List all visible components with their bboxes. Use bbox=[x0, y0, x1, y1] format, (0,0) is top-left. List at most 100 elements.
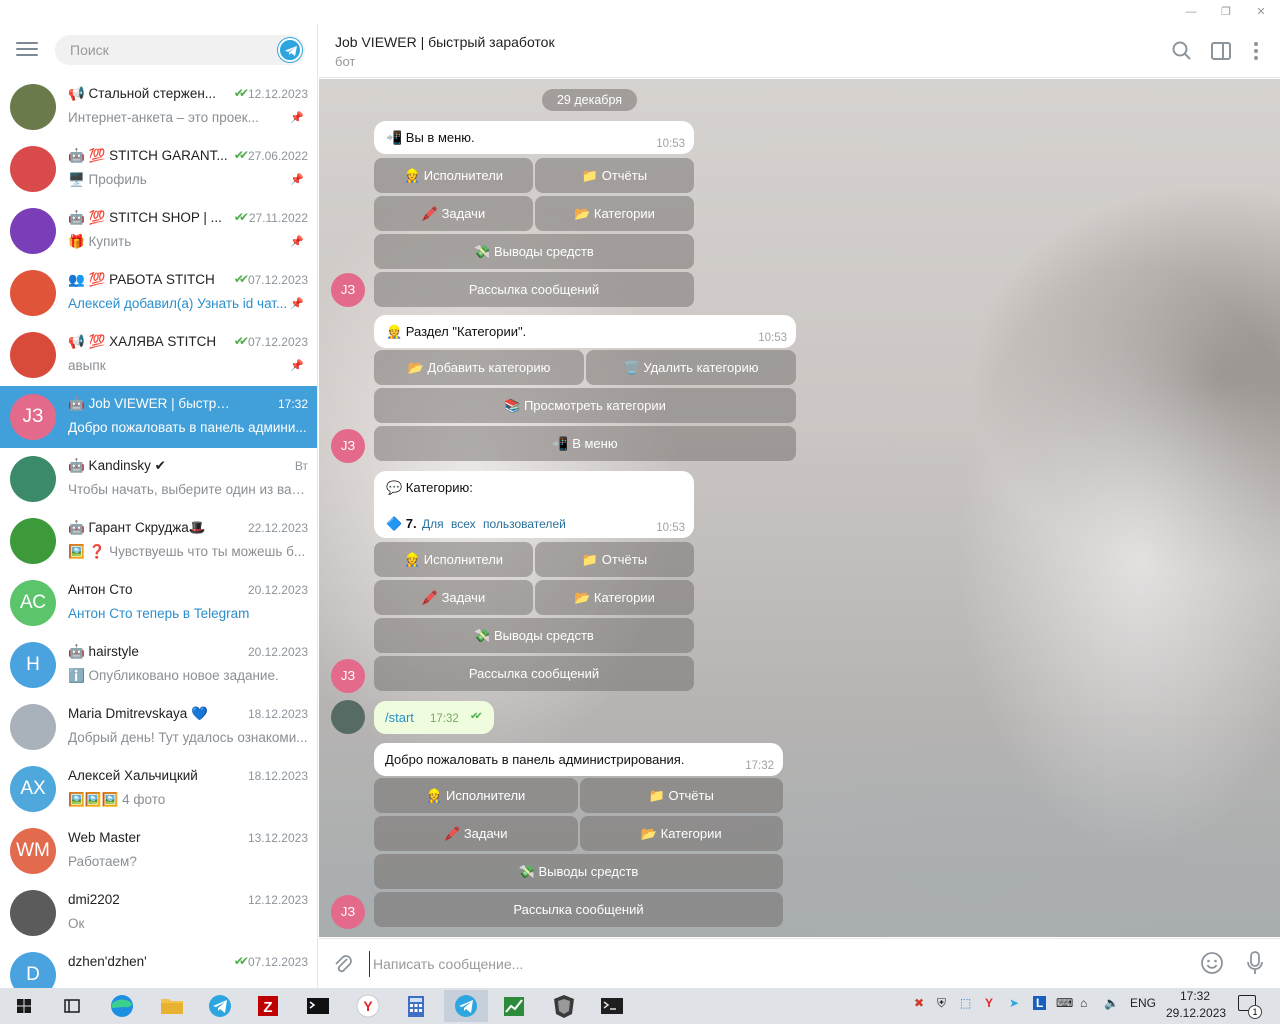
attach-icon[interactable] bbox=[332, 952, 354, 976]
chat-avatar[interactable] bbox=[10, 456, 56, 502]
chat-avatar[interactable] bbox=[10, 518, 56, 564]
sidebar-toggle-icon[interactable] bbox=[1210, 40, 1232, 62]
game-launcher-icon[interactable] bbox=[542, 990, 586, 1022]
chat-avatar[interactable]: АХ bbox=[10, 766, 56, 812]
chat-item[interactable]: 📢 💯 ХАЛЯВА STITCH ✔✔ 07.12.2023 авыпк 📌 bbox=[0, 324, 317, 386]
chat-item[interactable]: 🤖 Гарант Скруджа🎩 22.12.2023 🖼️ ❓ Чувствуе… bbox=[0, 510, 317, 572]
chat-avatar[interactable]: D bbox=[10, 952, 56, 988]
chat-avatar[interactable]: WM bbox=[10, 828, 56, 874]
chat-item[interactable]: WM Web Master 13.12.2023 Работаем? bbox=[0, 820, 317, 882]
chat-avatar[interactable] bbox=[10, 208, 56, 254]
chat-avatar[interactable] bbox=[10, 704, 56, 750]
inline-keyboard-button[interactable]: 👷 Исполнители bbox=[374, 542, 533, 577]
powershell-icon[interactable] bbox=[590, 990, 634, 1022]
inline-keyboard-button[interactable]: 📁 Отчёты bbox=[579, 778, 783, 813]
tray-yandex-icon[interactable]: Y bbox=[985, 996, 993, 1010]
telegram-active-icon[interactable] bbox=[444, 990, 488, 1022]
tray-volume-icon[interactable]: 🔈 bbox=[1104, 996, 1119, 1010]
inline-keyboard-button[interactable]: 💸 Выводы средств bbox=[374, 854, 783, 889]
edge-browser-icon[interactable] bbox=[100, 990, 144, 1022]
tray-l-icon[interactable]: L bbox=[1033, 996, 1047, 1010]
close-button[interactable]: ✕ bbox=[1244, 0, 1278, 24]
chat-item[interactable]: 📢 Стальной стержен... ✔✔ 12.12.2023 Интерне… bbox=[0, 76, 317, 138]
command-link[interactable]: /start bbox=[385, 710, 414, 725]
inline-keyboard-button[interactable]: 📂 Категории bbox=[535, 196, 694, 231]
tray-network-icon[interactable]: ⌂ bbox=[1080, 996, 1087, 1010]
inline-keyboard-button[interactable]: 🖍️ Задачи bbox=[374, 196, 533, 231]
inline-keyboard-button[interactable]: 📂 Добавить категорию bbox=[374, 350, 584, 385]
user-avatar[interactable] bbox=[331, 700, 365, 734]
inline-keyboard-button[interactable]: 👷 Исполнители bbox=[374, 778, 578, 813]
bot-avatar[interactable]: JЗ bbox=[331, 895, 365, 929]
clock-date[interactable]: 29.12.2023 bbox=[1166, 1006, 1226, 1020]
tray-screenshot-icon[interactable]: ⬚ bbox=[960, 996, 971, 1010]
search-input[interactable] bbox=[55, 35, 255, 65]
chat-item[interactable]: Ddzhen'dzhen' ✔✔ 07.12.2023 bbox=[0, 944, 317, 988]
hamburger-menu-icon[interactable] bbox=[16, 42, 38, 58]
calculator-icon[interactable] bbox=[394, 990, 438, 1022]
clock-time[interactable]: 17:32 bbox=[1180, 989, 1210, 1003]
chat-avatar[interactable] bbox=[10, 332, 56, 378]
inline-keyboard-button[interactable]: 💸 Выводы средств bbox=[374, 618, 694, 653]
inline-keyboard-button[interactable]: 📲 В меню bbox=[374, 426, 796, 461]
chat-avatar[interactable]: H bbox=[10, 642, 56, 688]
yandex-browser-icon[interactable]: Y bbox=[346, 990, 390, 1022]
search-icon[interactable] bbox=[1171, 40, 1193, 62]
telegram-taskbar-icon[interactable] bbox=[198, 990, 242, 1022]
chat-item[interactable]: АС Антон Сто 20.12.2023 Антон Сто теперь в … bbox=[0, 572, 317, 634]
chat-item[interactable]: 🤖 Kandinsky ✔ Вт Чтобы начать, выберите од… bbox=[0, 448, 317, 510]
file-explorer-icon[interactable] bbox=[150, 990, 194, 1022]
more-options-icon[interactable] bbox=[1245, 40, 1267, 62]
chat-title[interactable]: Job VIEWER | быстрый заработок bbox=[335, 34, 555, 50]
chat-item[interactable]: H 🤖 hairstyle 20.12.2023 ℹ️ Опубликовано но… bbox=[0, 634, 317, 696]
chat-item[interactable]: Maria Dmitrevskaya 💙 18.12.2023 Добрый ден… bbox=[0, 696, 317, 758]
message-link[interactable]: Для всех пользователей bbox=[422, 517, 566, 531]
chat-item[interactable]: JЗ 🤖 Job VIEWER | быстрый зар... 17:32 Добр… bbox=[0, 386, 317, 448]
inline-keyboard-button[interactable]: 📁 Отчёты bbox=[535, 542, 694, 577]
language-indicator[interactable]: ENG bbox=[1130, 996, 1156, 1010]
tray-shield-icon[interactable]: ⛨ bbox=[937, 996, 946, 1011]
search-box[interactable] bbox=[55, 35, 305, 65]
microphone-icon[interactable] bbox=[1245, 950, 1265, 976]
chat-avatar[interactable] bbox=[10, 84, 56, 130]
chat-item[interactable]: 👥 💯 РАБОТА STITCH ✔✔ 07.12.2023 Алексей доб… bbox=[0, 262, 317, 324]
inline-keyboard-button[interactable]: Рассылка сообщений bbox=[374, 892, 783, 927]
chart-app-icon[interactable] bbox=[492, 990, 536, 1022]
chat-item[interactable]: 🤖 💯 STITCH GARANT... ✔✔ 27.06.2022 🖥️ Профи… bbox=[0, 138, 317, 200]
bot-message[interactable]: 💬 Категорию: 🔷 7. Для всех пользователей… bbox=[374, 471, 694, 538]
tray-close-icon[interactable]: ✖ bbox=[914, 996, 924, 1010]
terminal-icon[interactable] bbox=[296, 990, 340, 1022]
bot-avatar[interactable]: JЗ bbox=[331, 273, 365, 307]
chat-avatar[interactable] bbox=[10, 146, 56, 192]
inline-keyboard-button[interactable]: 📚 Просмотреть категории bbox=[374, 388, 796, 423]
chat-item[interactable]: АХ Алексей Хальчицкий 18.12.2023 🖼️🖼️🖼️ 4 ф… bbox=[0, 758, 317, 820]
inline-keyboard-button[interactable]: 📂 Категории bbox=[535, 580, 694, 615]
inline-keyboard-button[interactable]: 🖍️ Задачи bbox=[374, 580, 533, 615]
minimize-button[interactable]: — bbox=[1174, 0, 1208, 24]
bot-message[interactable]: 📲 Вы в меню. 10:53 bbox=[374, 121, 694, 154]
bot-message[interactable]: 👷 Раздел "Категории". 10:53 bbox=[374, 315, 796, 348]
message-input[interactable] bbox=[369, 951, 1149, 977]
tray-input-icon[interactable]: ⌨ bbox=[1056, 996, 1073, 1010]
task-view-icon[interactable] bbox=[50, 990, 94, 1022]
inline-keyboard-button[interactable]: 📂 Категории bbox=[579, 816, 783, 851]
inline-keyboard-button[interactable]: 🗑️ Удалить категорию bbox=[586, 350, 796, 385]
inline-keyboard-button[interactable]: Рассылка сообщений bbox=[374, 656, 694, 691]
maximize-button[interactable]: ❐ bbox=[1209, 0, 1243, 24]
inline-keyboard-button[interactable]: 📁 Отчёты bbox=[535, 158, 694, 193]
chat-item[interactable]: dmi2202 12.12.2023 Ок bbox=[0, 882, 317, 944]
user-message[interactable]: /start 17:32 ✔✔ bbox=[374, 701, 494, 734]
chat-avatar[interactable] bbox=[10, 890, 56, 936]
tray-telegram-icon[interactable]: ➤ bbox=[1009, 996, 1019, 1010]
windows-start-icon[interactable] bbox=[2, 990, 46, 1022]
inline-keyboard-button[interactable]: Рассылка сообщений bbox=[374, 272, 694, 307]
bot-avatar[interactable]: JЗ bbox=[331, 659, 365, 693]
emoji-icon[interactable] bbox=[1200, 951, 1224, 975]
bot-avatar[interactable]: JЗ bbox=[331, 429, 365, 463]
filezilla-icon[interactable]: Z bbox=[246, 990, 290, 1022]
telegram-logo-icon[interactable] bbox=[278, 38, 302, 62]
inline-keyboard-button[interactable]: 🖍️ Задачи bbox=[374, 816, 578, 851]
chat-avatar[interactable]: JЗ bbox=[10, 394, 56, 440]
bot-message[interactable]: Добро пожаловать в панель администрирова… bbox=[374, 743, 783, 776]
inline-keyboard-button[interactable]: 👷 Исполнители bbox=[374, 158, 533, 193]
